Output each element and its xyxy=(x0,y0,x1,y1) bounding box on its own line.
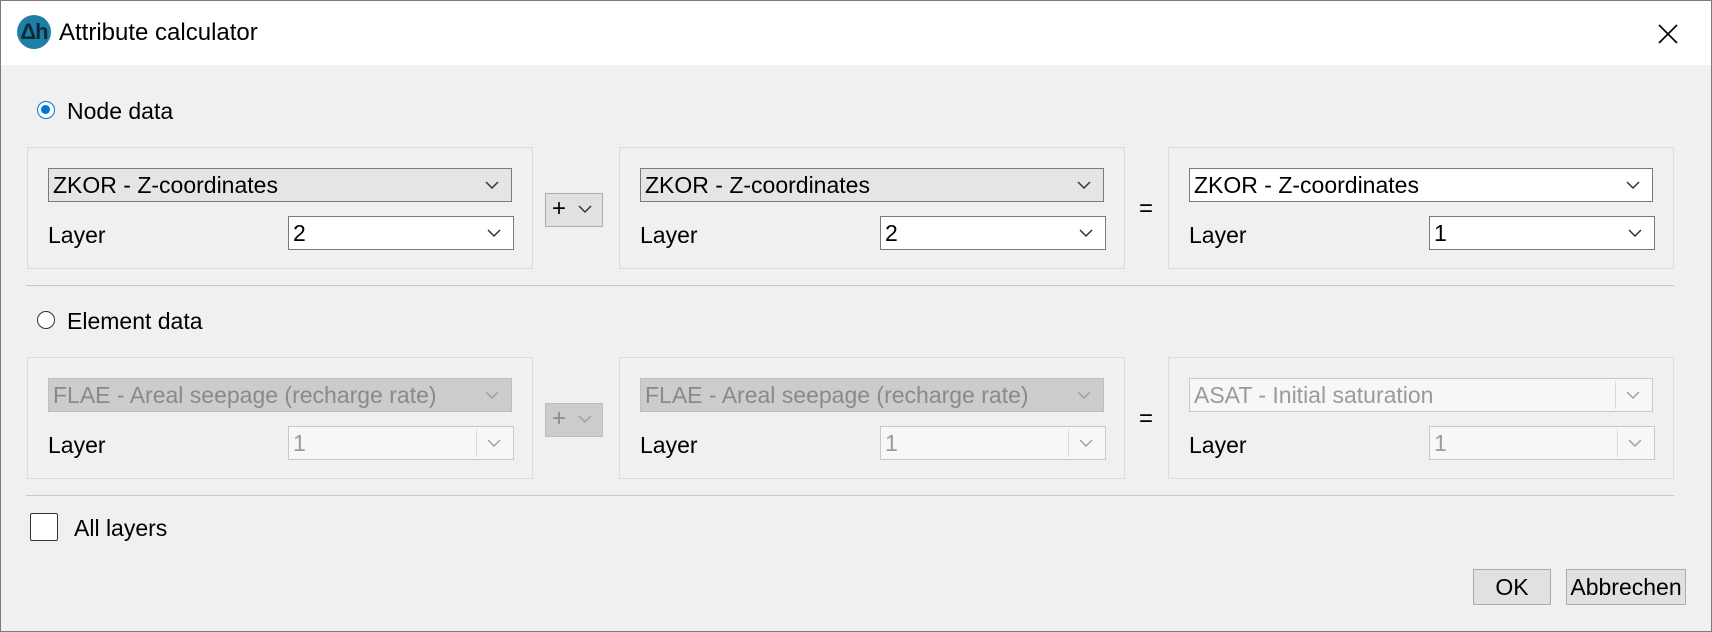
node-operand2-attribute-select[interactable]: ZKOR - Z-coordinates xyxy=(640,168,1104,202)
element-operand1-group: FLAE - Areal seepage (recharge rate) Lay… xyxy=(27,357,533,479)
chevron-down-icon xyxy=(485,181,499,190)
node-operand2-layer-label: Layer xyxy=(640,222,698,248)
chevron-down-icon xyxy=(1077,391,1091,400)
window-title: Attribute calculator xyxy=(59,19,258,46)
combo-separator xyxy=(1615,381,1616,409)
chevron-down-icon xyxy=(1626,181,1640,190)
combo-separator xyxy=(476,429,477,457)
element-result-attribute-select[interactable]: ASAT - Initial saturation xyxy=(1189,378,1653,412)
element-result-layer-select[interactable]: 1 xyxy=(1429,426,1655,460)
element-result-layer-label: Layer xyxy=(1189,432,1247,458)
node-result-attribute-select[interactable]: ZKOR - Z-coordinates xyxy=(1189,168,1653,202)
node-result-attribute-value: ZKOR - Z-coordinates xyxy=(1194,172,1419,198)
chevron-down-icon xyxy=(578,415,592,424)
element-operator-value: + xyxy=(552,405,567,432)
node-operand1-layer-label: Layer xyxy=(48,222,106,248)
node-operator-select[interactable]: + xyxy=(545,193,603,227)
node-operand1-layer-select[interactable]: 2 xyxy=(288,216,514,250)
node-operand1-layer-value: 2 xyxy=(293,220,306,246)
node-data-radio[interactable] xyxy=(37,101,55,119)
all-layers-checkbox[interactable] xyxy=(30,513,58,541)
chevron-down-icon xyxy=(1628,229,1642,238)
chevron-down-icon xyxy=(1626,391,1640,400)
node-operand2-group: ZKOR - Z-coordinates Layer 2 xyxy=(619,147,1125,269)
chevron-down-icon xyxy=(487,229,501,238)
element-result-layer-value: 1 xyxy=(1434,430,1447,456)
element-operand2-layer-value: 1 xyxy=(885,430,898,456)
node-operand2-layer-select[interactable]: 2 xyxy=(880,216,1106,250)
node-operand2-attribute-value: ZKOR - Z-coordinates xyxy=(645,172,870,198)
element-result-group: ASAT - Initial saturation Layer 1 xyxy=(1168,357,1674,479)
element-result-attribute-value: ASAT - Initial saturation xyxy=(1194,382,1434,408)
node-operand1-group: ZKOR - Z-coordinates Layer 2 xyxy=(27,147,533,269)
separator xyxy=(26,495,1674,496)
node-result-layer-label: Layer xyxy=(1189,222,1247,248)
element-operand2-attribute-select[interactable]: FLAE - Areal seepage (recharge rate) xyxy=(640,378,1104,412)
close-icon xyxy=(1658,24,1678,44)
element-operand1-layer-select[interactable]: 1 xyxy=(288,426,514,460)
chevron-down-icon xyxy=(1079,439,1093,448)
element-operand2-layer-select[interactable]: 1 xyxy=(880,426,1106,460)
element-equals-sign: = xyxy=(1139,405,1154,432)
element-operand1-layer-value: 1 xyxy=(293,430,306,456)
chevron-down-icon xyxy=(1628,439,1642,448)
combo-separator xyxy=(1068,429,1069,457)
close-button[interactable] xyxy=(1641,9,1695,57)
chevron-down-icon xyxy=(487,439,501,448)
ok-button[interactable]: OK xyxy=(1473,569,1551,605)
node-equals-sign: = xyxy=(1139,195,1154,222)
attribute-calculator-dialog: Δh Attribute calculator Node data ZKOR -… xyxy=(0,0,1712,632)
element-operand2-layer-label: Layer xyxy=(640,432,698,458)
node-data-label: Node data xyxy=(67,98,174,124)
node-operand1-attribute-value: ZKOR - Z-coordinates xyxy=(53,172,278,198)
node-operator-value: + xyxy=(552,195,567,222)
all-layers-label: All layers xyxy=(74,515,168,541)
cancel-button[interactable]: Abbrechen xyxy=(1566,569,1686,605)
title-bar: Δh Attribute calculator xyxy=(1,1,1711,65)
element-operand1-attribute-value: FLAE - Areal seepage (recharge rate) xyxy=(53,382,437,408)
chevron-down-icon xyxy=(1077,181,1091,190)
app-icon: Δh xyxy=(17,15,51,49)
element-data-radio[interactable] xyxy=(37,311,55,329)
element-operand2-group: FLAE - Areal seepage (recharge rate) Lay… xyxy=(619,357,1125,479)
node-operand2-layer-value: 2 xyxy=(885,220,898,246)
element-operand2-attribute-value: FLAE - Areal seepage (recharge rate) xyxy=(645,382,1029,408)
chevron-down-icon xyxy=(578,205,592,214)
chevron-down-icon xyxy=(1079,229,1093,238)
node-result-group: ZKOR - Z-coordinates Layer 1 xyxy=(1168,147,1674,269)
node-result-layer-value: 1 xyxy=(1434,220,1447,246)
element-operand1-attribute-select[interactable]: FLAE - Areal seepage (recharge rate) xyxy=(48,378,512,412)
node-operand1-attribute-select[interactable]: ZKOR - Z-coordinates xyxy=(48,168,512,202)
chevron-down-icon xyxy=(485,391,499,400)
separator xyxy=(26,285,1674,286)
element-operand1-layer-label: Layer xyxy=(48,432,106,458)
element-data-label: Element data xyxy=(67,308,203,334)
element-operator-select[interactable]: + xyxy=(545,403,603,437)
node-result-layer-select[interactable]: 1 xyxy=(1429,216,1655,250)
combo-separator xyxy=(1617,429,1618,457)
